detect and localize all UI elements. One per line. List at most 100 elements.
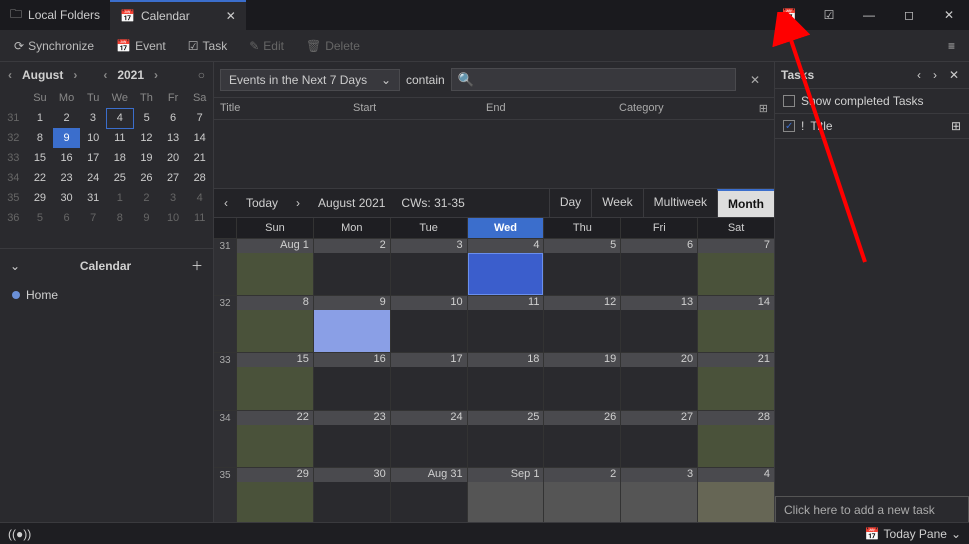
tasks-close-icon[interactable]: ✕ bbox=[945, 66, 963, 84]
month-day-cell[interactable]: 20 bbox=[620, 353, 697, 409]
window-close[interactable]: ✕ bbox=[929, 0, 969, 30]
mini-day[interactable]: 12 bbox=[133, 128, 160, 148]
task-col-picker-icon[interactable]: ⊞ bbox=[951, 119, 961, 133]
month-day-cell[interactable]: 3 bbox=[390, 239, 467, 295]
mini-day[interactable]: 1 bbox=[27, 108, 54, 128]
show-completed-checkbox[interactable] bbox=[783, 95, 795, 107]
mini-day[interactable]: 7 bbox=[186, 108, 213, 128]
month-day-cell[interactable]: 4 bbox=[467, 239, 544, 295]
mini-day[interactable]: 21 bbox=[186, 148, 213, 168]
month-day-cell[interactable]: 9 bbox=[313, 296, 390, 352]
month-day-cell[interactable]: 19 bbox=[543, 353, 620, 409]
event-filter-dropdown[interactable]: Events in the Next 7 Days ⌄ bbox=[220, 69, 400, 91]
view-tab-day[interactable]: Day bbox=[549, 189, 591, 217]
month-day-cell[interactable]: 22 bbox=[236, 411, 313, 467]
column-picker-icon[interactable]: ⊞ bbox=[752, 102, 768, 115]
tab-local-folders[interactable]: 🗀 Local Folders bbox=[0, 0, 110, 30]
month-day-cell[interactable]: Aug 31 bbox=[390, 468, 467, 524]
menu-icon[interactable]: ≡ bbox=[942, 35, 961, 57]
month-day-cell[interactable]: 23 bbox=[313, 411, 390, 467]
mini-day[interactable]: 5 bbox=[133, 108, 160, 128]
month-day-cell[interactable]: 17 bbox=[390, 353, 467, 409]
month-day-cell[interactable]: 25 bbox=[467, 411, 544, 467]
connectivity-icon[interactable]: ((●)) bbox=[8, 527, 31, 541]
priority-icon[interactable]: ! bbox=[801, 119, 804, 133]
mini-day[interactable]: 28 bbox=[186, 168, 213, 188]
month-day-cell[interactable]: 12 bbox=[543, 296, 620, 352]
close-tab-icon[interactable]: ✕ bbox=[226, 9, 236, 23]
mini-day[interactable]: 20 bbox=[160, 148, 187, 168]
mini-day[interactable]: 18 bbox=[107, 148, 134, 168]
synchronize-button[interactable]: ⟳ Synchronize bbox=[8, 35, 100, 57]
mini-today-icon[interactable]: ○ bbox=[194, 68, 209, 82]
mini-day[interactable]: 9 bbox=[133, 208, 160, 228]
mini-day[interactable]: 2 bbox=[53, 108, 80, 128]
task-done-col-checkbox[interactable] bbox=[783, 120, 795, 132]
task-col-title[interactable]: Title bbox=[810, 119, 945, 133]
mini-day[interactable]: 5 bbox=[27, 208, 54, 228]
today-pane-icon[interactable]: 📅 bbox=[865, 527, 880, 541]
new-task-button[interactable]: ☑ Task bbox=[182, 35, 233, 57]
mini-day[interactable]: 7 bbox=[80, 208, 107, 228]
month-day-cell[interactable]: 6 bbox=[620, 239, 697, 295]
month-day-cell[interactable]: Sep 1 bbox=[467, 468, 544, 524]
mini-day[interactable]: 19 bbox=[133, 148, 160, 168]
next-period-icon[interactable]: › bbox=[286, 190, 310, 216]
mini-day[interactable]: 17 bbox=[80, 148, 107, 168]
view-tab-month[interactable]: Month bbox=[717, 189, 774, 217]
tab-calendar[interactable]: 📅 Calendar ✕ bbox=[110, 0, 246, 30]
mini-day[interactable]: 26 bbox=[133, 168, 160, 188]
mini-day[interactable]: 2 bbox=[133, 188, 160, 208]
col-start[interactable]: Start bbox=[353, 102, 486, 115]
month-day-cell[interactable]: 24 bbox=[390, 411, 467, 467]
month-day-cell[interactable]: 18 bbox=[467, 353, 544, 409]
mini-day[interactable]: 11 bbox=[186, 208, 213, 228]
mini-day[interactable]: 29 bbox=[27, 188, 54, 208]
col-end[interactable]: End bbox=[486, 102, 619, 115]
mini-day[interactable]: 22 bbox=[27, 168, 54, 188]
mini-day[interactable]: 31 bbox=[80, 188, 107, 208]
mini-month[interactable]: August bbox=[22, 68, 63, 82]
filter-search-input[interactable] bbox=[451, 68, 736, 91]
mini-day[interactable]: 25 bbox=[107, 168, 134, 188]
mini-day[interactable]: 4 bbox=[186, 188, 213, 208]
new-event-button[interactable]: 📅 Event bbox=[110, 35, 172, 57]
mini-day[interactable]: 3 bbox=[160, 188, 187, 208]
window-maximize[interactable]: ◻ bbox=[889, 0, 929, 30]
add-task-hint[interactable]: Click here to add a new task bbox=[775, 496, 969, 524]
month-day-cell[interactable]: 14 bbox=[697, 296, 774, 352]
tasks-next-icon[interactable]: › bbox=[929, 66, 941, 84]
mini-day[interactable]: 23 bbox=[53, 168, 80, 188]
view-tab-multiweek[interactable]: Multiweek bbox=[643, 189, 717, 217]
month-day-cell[interactable]: 13 bbox=[620, 296, 697, 352]
next-month-icon[interactable]: › bbox=[69, 68, 81, 82]
month-day-cell[interactable]: 2 bbox=[313, 239, 390, 295]
today-button[interactable]: Today bbox=[238, 190, 286, 216]
view-tab-week[interactable]: Week bbox=[591, 189, 642, 217]
mini-day[interactable]: 27 bbox=[160, 168, 187, 188]
month-day-cell[interactable]: 21 bbox=[697, 353, 774, 409]
next-year-icon[interactable]: › bbox=[150, 68, 162, 82]
window-minimize[interactable]: — bbox=[849, 0, 889, 30]
prev-year-icon[interactable]: ‹ bbox=[99, 68, 111, 82]
month-day-cell[interactable]: 26 bbox=[543, 411, 620, 467]
month-day-cell[interactable]: 30 bbox=[313, 468, 390, 524]
col-title[interactable]: Title bbox=[220, 102, 353, 115]
month-day-cell[interactable]: 11 bbox=[467, 296, 544, 352]
mini-day[interactable]: 30 bbox=[53, 188, 80, 208]
tasks-toggle-icon[interactable]: ☑ bbox=[809, 0, 849, 30]
show-completed-row[interactable]: Show completed Tasks bbox=[775, 89, 969, 114]
month-day-cell[interactable]: 5 bbox=[543, 239, 620, 295]
mini-day[interactable]: 13 bbox=[160, 128, 187, 148]
month-day-cell[interactable]: 27 bbox=[620, 411, 697, 467]
mini-day[interactable]: 9 bbox=[53, 128, 80, 148]
month-day-cell[interactable]: 8 bbox=[236, 296, 313, 352]
calendar-list-item[interactable]: Home bbox=[12, 288, 201, 302]
clear-filter-icon[interactable]: ✕ bbox=[742, 69, 768, 91]
chevron-down-icon[interactable]: ⌄ bbox=[10, 259, 20, 273]
add-calendar-icon[interactable]: ＋ bbox=[191, 257, 203, 274]
mini-day[interactable]: 1 bbox=[107, 188, 134, 208]
mini-day[interactable]: 4 bbox=[107, 108, 134, 128]
mini-day[interactable]: 16 bbox=[53, 148, 80, 168]
prev-month-icon[interactable]: ‹ bbox=[4, 68, 16, 82]
